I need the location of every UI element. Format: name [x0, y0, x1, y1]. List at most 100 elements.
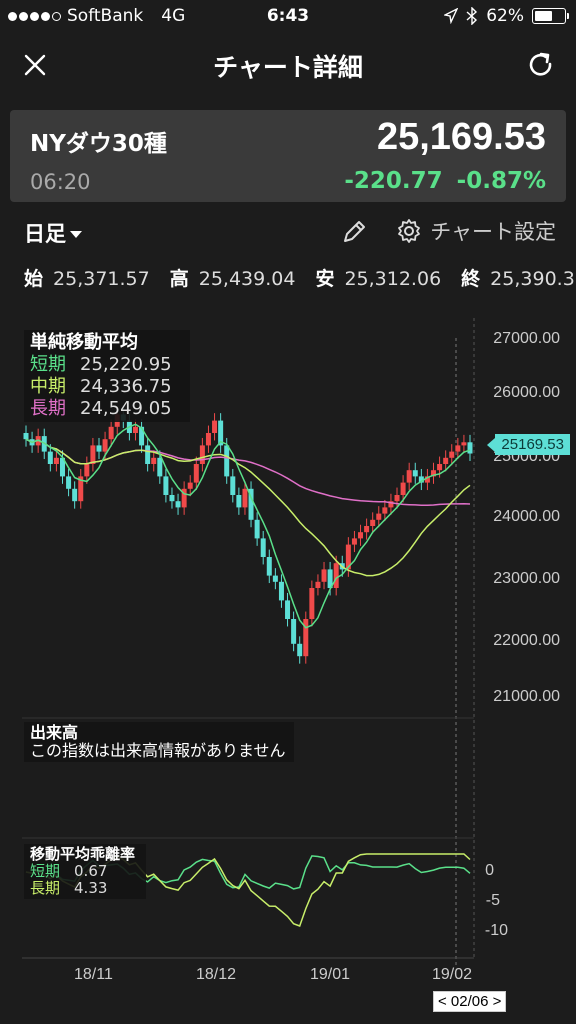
- deviation-tick-label: 0: [485, 862, 494, 879]
- candle-body: [443, 457, 449, 464]
- candle-body: [309, 588, 315, 619]
- page-title: チャート詳細: [213, 53, 363, 82]
- candle-body: [66, 476, 72, 489]
- sma-title: 単純移動平均: [30, 332, 138, 353]
- candle-body: [358, 532, 364, 539]
- candle-body: [23, 433, 29, 440]
- candle-body: [412, 470, 418, 477]
- status-bar: SoftBank 4G 6:43 62%: [0, 0, 576, 34]
- close-value: 25,390.30: [490, 268, 576, 290]
- location-icon: [444, 8, 459, 24]
- high-value: 25,439.04: [198, 268, 296, 290]
- y-tick-label: 22000.00: [493, 632, 560, 649]
- candle-body: [272, 575, 278, 582]
- candle-body: [291, 619, 297, 644]
- candle-body: [321, 569, 327, 582]
- chart-canvas[interactable]: [0, 318, 576, 1024]
- reload-icon[interactable]: [526, 50, 556, 80]
- candle-body: [212, 420, 218, 433]
- candle-body: [315, 581, 321, 588]
- sma-long-value: 24,549.05: [80, 398, 172, 419]
- open-label: 始: [24, 268, 44, 290]
- deviation-legend: 移動平均乖離率 短期 0.67 長期 4.33: [24, 844, 146, 899]
- x-tick-label: 18/11: [74, 966, 113, 983]
- candle-body: [467, 442, 473, 454]
- candle-body: [376, 513, 382, 520]
- cursor-date-tag[interactable]: < 02/06 >: [433, 991, 507, 1012]
- quote-time: 06:20: [30, 170, 91, 194]
- candle-body: [96, 445, 102, 452]
- candle-body: [224, 445, 230, 477]
- candle-body: [400, 482, 406, 495]
- deviation-title: 移動平均乖離率: [30, 845, 136, 863]
- price-change-percent: -0.87%: [456, 168, 546, 194]
- instrument-name: NYダウ30種: [30, 131, 167, 157]
- candle-body: [157, 457, 163, 477]
- candle-body: [406, 470, 412, 483]
- candle-body: [53, 457, 59, 464]
- candle-body: [455, 445, 461, 452]
- candle-body: [364, 526, 370, 533]
- bluetooth-icon: [466, 7, 478, 25]
- gear-icon: [398, 219, 421, 243]
- volume-legend: 出来高 この指数は出来高情報がありません: [24, 722, 294, 762]
- deviation-tick-label: -5: [485, 892, 500, 909]
- candle-body: [151, 457, 157, 464]
- candles-group: [23, 406, 473, 664]
- candle-body: [169, 495, 175, 502]
- candle-body: [260, 538, 266, 557]
- nav-bar: チャート詳細: [0, 34, 576, 98]
- candle-body: [394, 495, 400, 502]
- y-tick-label: 23000.00: [493, 570, 560, 587]
- battery-icon: [532, 8, 569, 24]
- low-label: 安: [315, 268, 335, 290]
- dropdown-arrow-icon: [70, 230, 82, 238]
- candle-body: [370, 519, 376, 526]
- deviation-short-value: 0.67: [74, 862, 108, 880]
- candle-body: [449, 451, 455, 458]
- candle-body: [285, 600, 291, 619]
- x-tick-label: 18/12: [196, 966, 237, 983]
- period-selector[interactable]: 日足: [24, 218, 82, 248]
- pencil-icon[interactable]: [340, 218, 368, 246]
- candle-body: [278, 581, 284, 601]
- sma-short-value: 25,220.95: [80, 354, 172, 375]
- candle-body: [187, 482, 193, 489]
- candle-body: [333, 563, 339, 588]
- candle-body: [175, 501, 181, 508]
- candle-body: [72, 488, 78, 502]
- chart-toolbar: 日足 チャート設定: [0, 210, 576, 254]
- candle-body: [236, 495, 242, 508]
- candle-body: [254, 519, 260, 539]
- volume-message: この指数は出来高情報がありません: [30, 741, 286, 760]
- open-value: 25,371.57: [53, 268, 150, 290]
- candle-body: [84, 464, 90, 477]
- current-price: 25,169.53: [376, 116, 546, 158]
- candle-body: [193, 464, 199, 483]
- candlestick-chart[interactable]: 単純移動平均 短期 25,220.95 中期 24,336.75 長期 24,549.…: [0, 318, 576, 1024]
- sma-short-label: 短期: [30, 354, 66, 375]
- price-change: -220.77: [344, 168, 443, 194]
- chart-settings-button[interactable]: チャート設定: [396, 216, 556, 246]
- candle-body: [102, 439, 108, 452]
- y-tick-label: 24000.00: [493, 508, 560, 525]
- deviation-long-label: 長期: [30, 879, 61, 897]
- candle-body: [205, 433, 211, 446]
- sma-mid-label: 中期: [30, 376, 66, 397]
- quote-card: NYダウ30種 25,169.53 06:20 -220.77 -0.87%: [10, 110, 566, 202]
- sma-mid-value: 24,336.75: [80, 376, 172, 397]
- deviation-short-label: 短期: [30, 862, 61, 880]
- candle-body: [132, 426, 138, 433]
- ohlc-summary: 始 25,371.57 高 25,439.04 安 25,312.06 終 25…: [24, 264, 576, 291]
- low-value: 25,312.06: [344, 268, 442, 290]
- battery-percent: 62%: [486, 6, 524, 26]
- chart-settings-label: チャート設定: [430, 220, 556, 244]
- deviation-tick-label: -10: [484, 922, 508, 939]
- y-tick-label: 27000.00: [493, 330, 560, 347]
- period-label: 日足: [24, 222, 66, 246]
- close-label: 終: [461, 268, 481, 290]
- x-tick-label: 19/02: [432, 966, 473, 983]
- candle-body: [351, 538, 357, 545]
- candle-body: [199, 445, 205, 464]
- sma-legend: 単純移動平均 短期 25,220.95 中期 24,336.75 長期 24,549.…: [24, 330, 190, 422]
